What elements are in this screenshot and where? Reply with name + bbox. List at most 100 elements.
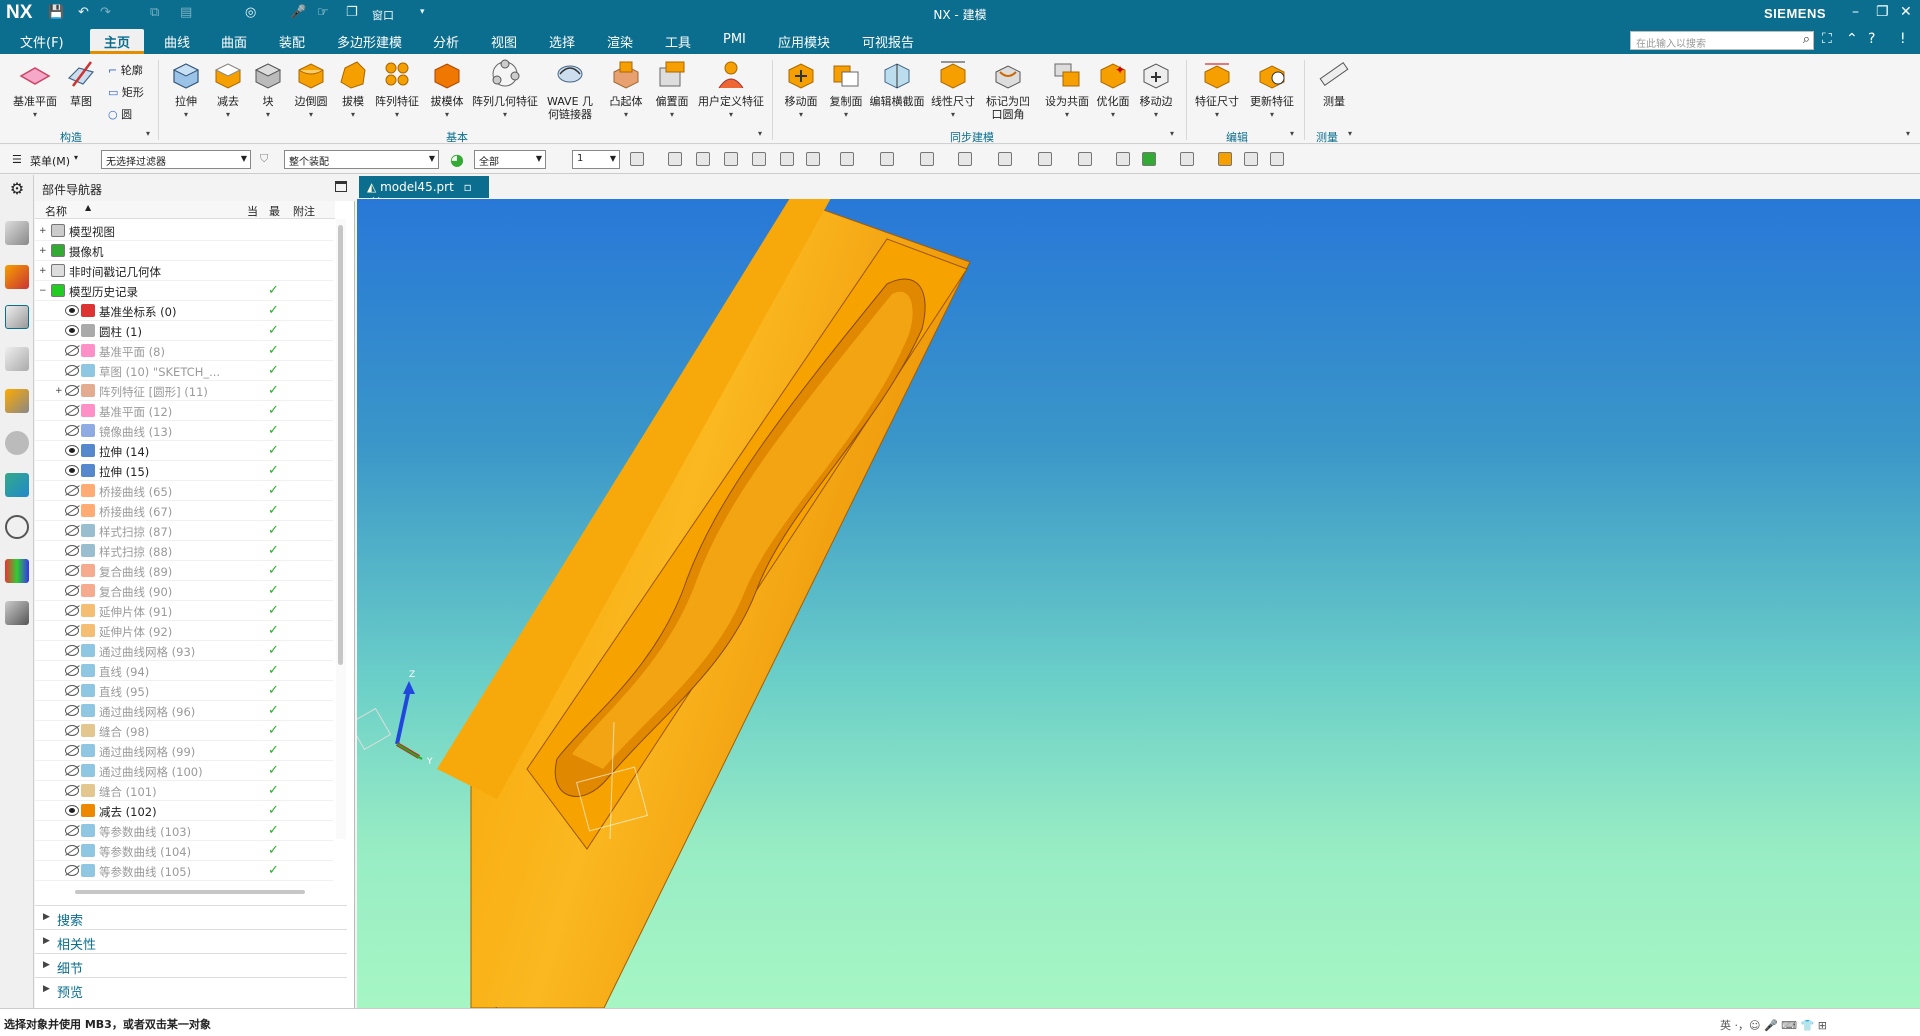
chevron-down-icon[interactable]: ▾ (758, 129, 762, 138)
visibility-eye-icon[interactable] (65, 465, 79, 476)
tree-group-3[interactable]: − 模型历史记录 ✓ (35, 281, 333, 301)
tab-polygon[interactable]: 多边形建模 (337, 32, 402, 51)
feature-row[interactable]: 缝合 (98) ✓ (35, 721, 333, 741)
type-filter-select[interactable]: 无选择过滤器 ▼ (101, 150, 251, 169)
refit-icon[interactable] (630, 152, 644, 166)
feature-row[interactable]: + 阵列特征 [圆形] (11) ✓ (35, 381, 333, 401)
layer-select[interactable]: 1 ▼ (572, 150, 620, 169)
feature-row[interactable]: 镜像曲线 (13) ✓ (35, 421, 333, 441)
model-view[interactable]: Z Y (348, 197, 1920, 1020)
wave-linker-button[interactable]: WAVE 几 何链接器 (542, 58, 598, 121)
expand-icon[interactable]: − (39, 286, 47, 296)
visibility-eye-icon[interactable] (65, 485, 79, 496)
minimize-icon[interactable]: – (1852, 4, 1859, 20)
view-orient-icon[interactable] (806, 152, 820, 166)
maximize-icon[interactable] (335, 181, 347, 192)
tab-analysis[interactable]: 分析 (433, 32, 459, 51)
column-note[interactable]: 附注 (293, 203, 315, 219)
hd3d-icon[interactable] (5, 389, 29, 413)
expand-icon[interactable]: + (39, 266, 47, 276)
move-edge-button[interactable]: 移动边 ▾ (1134, 58, 1178, 121)
scope-select[interactable]: 全部 ▼ (474, 150, 546, 169)
color-palette-icon[interactable] (1078, 152, 1092, 166)
fullscreen-icon[interactable]: ⛶ (1822, 31, 1832, 47)
file-menu[interactable]: 文件(F) (20, 32, 64, 51)
tab-view[interactable]: 视图 (491, 32, 517, 51)
feature-row[interactable]: 等参数曲线 (104) ✓ (35, 841, 333, 861)
menu-button[interactable]: 菜单(M) (30, 153, 70, 169)
visibility-eye-icon[interactable] (65, 705, 79, 716)
collapse-ribbon-icon[interactable]: ⌃ (1846, 31, 1858, 47)
zoom-icon[interactable] (696, 152, 710, 166)
horizontal-scrollbar[interactable] (75, 890, 305, 894)
tab-surface[interactable]: 曲面 (221, 32, 247, 51)
sketch-button[interactable]: 草图 (62, 58, 100, 108)
chevron-down-icon[interactable]: ▾ (74, 153, 78, 162)
expand-icon[interactable]: + (55, 386, 63, 396)
pin-icon[interactable]: ▫ (464, 180, 472, 194)
tree-group-1[interactable]: + 摄像机 (35, 241, 333, 261)
visibility-eye-icon[interactable] (65, 365, 79, 376)
visibility-eye-icon[interactable] (65, 405, 79, 416)
clock-icon[interactable] (5, 515, 29, 539)
visibility-eye-icon[interactable] (65, 745, 79, 756)
scroll-thumb[interactable] (338, 225, 343, 665)
snap-icon[interactable] (668, 152, 682, 166)
visibility-eye-icon[interactable] (65, 565, 79, 576)
feature-row[interactable]: 样式扫掠 (87) ✓ (35, 521, 333, 541)
visibility-eye-icon[interactable] (65, 345, 79, 356)
feature-row[interactable]: 样式扫掠 (88) ✓ (35, 541, 333, 561)
visibility-eye-icon[interactable] (65, 685, 79, 696)
visibility-eye-icon[interactable] (65, 605, 79, 616)
update-feature-button[interactable]: 更新特征 ▾ (1246, 58, 1298, 121)
ribbon-options-icon[interactable]: ▾ (1906, 129, 1910, 138)
visibility-eye-icon[interactable] (65, 845, 79, 856)
sort-up-icon[interactable]: ▲ (85, 203, 91, 212)
display-icon[interactable] (880, 152, 894, 166)
section-search[interactable]: ▶ 搜索 (35, 905, 347, 929)
snap-point-icon[interactable] (1038, 152, 1052, 166)
feature-dimension-button[interactable]: 特征尺寸 ▾ (1192, 58, 1242, 121)
web-browser-icon[interactable] (5, 431, 29, 455)
make-coplanar-button[interactable]: 设为共面 ▾ (1044, 58, 1090, 121)
optimize-face-button[interactable]: ✦ 优化面 ▾ (1092, 58, 1134, 121)
assembly-nav-icon[interactable] (5, 221, 29, 245)
visibility-eye-icon[interactable] (65, 645, 79, 656)
visibility-icon[interactable] (958, 152, 972, 166)
render-style-icon[interactable] (840, 152, 854, 166)
edge-blend-button[interactable]: 边倒圆 ▾ (290, 58, 332, 121)
section-icon[interactable] (920, 152, 934, 166)
feature-row[interactable]: 通过曲线网格 (93) ✓ (35, 641, 333, 661)
feature-row[interactable]: 拉伸 (14) ✓ (35, 441, 333, 461)
tab-assembly[interactable]: 装配 (279, 32, 305, 51)
visibility-eye-icon[interactable] (65, 765, 79, 776)
restore-icon[interactable]: ❐ (1876, 4, 1889, 20)
ruler-small-icon[interactable] (1270, 152, 1284, 166)
part-nav-icon[interactable] (5, 305, 29, 329)
tab-curve[interactable]: 曲线 (164, 32, 190, 51)
assembly-scope-select[interactable]: 整个装配 ▼ (284, 150, 439, 169)
measure-button[interactable]: 测量 (1312, 58, 1356, 108)
section-details[interactable]: ▶ 细节 (35, 953, 347, 977)
feature-row[interactable]: 基准平面 (12) ✓ (35, 401, 333, 421)
move-face-button[interactable]: 移动面 ▾ (778, 58, 824, 121)
visibility-eye-icon[interactable] (65, 625, 79, 636)
chevron-down-icon[interactable]: ▾ (1290, 129, 1294, 138)
pen-icon[interactable] (1244, 152, 1258, 166)
column-name[interactable]: 名称 (45, 203, 67, 219)
wireframe-icon[interactable] (780, 152, 794, 166)
feature-row[interactable]: 草图 (10) "SKETCH_... ✓ (35, 361, 333, 381)
column-current[interactable]: 当 (247, 203, 258, 219)
visibility-eye-icon[interactable] (65, 385, 79, 396)
feature-row[interactable]: 直线 (95) ✓ (35, 681, 333, 701)
datum-plane-button[interactable]: 基准平面 ▾ (10, 58, 60, 121)
tab-render[interactable]: 渲染 (607, 32, 633, 51)
emboss-button[interactable]: 凸起体 ▾ (604, 58, 648, 121)
feature-row[interactable]: 延伸片体 (91) ✓ (35, 601, 333, 621)
tab-select[interactable]: 选择 (549, 32, 575, 51)
offset-face-button[interactable]: 偏置面 ▾ (650, 58, 694, 121)
orange-feature-icon[interactable] (1218, 152, 1232, 166)
expand-icon[interactable]: + (39, 246, 47, 256)
frame-icon[interactable] (998, 152, 1012, 166)
visibility-eye-icon[interactable] (65, 585, 79, 596)
